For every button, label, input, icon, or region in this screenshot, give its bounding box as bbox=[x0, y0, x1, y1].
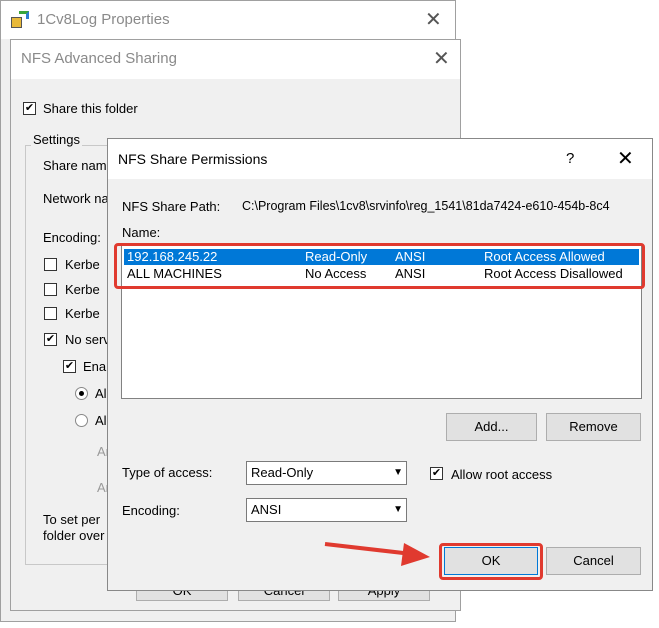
annotation-arrow bbox=[324, 542, 430, 566]
arrow-shaft bbox=[324, 542, 413, 556]
arrow-head bbox=[401, 543, 430, 566]
